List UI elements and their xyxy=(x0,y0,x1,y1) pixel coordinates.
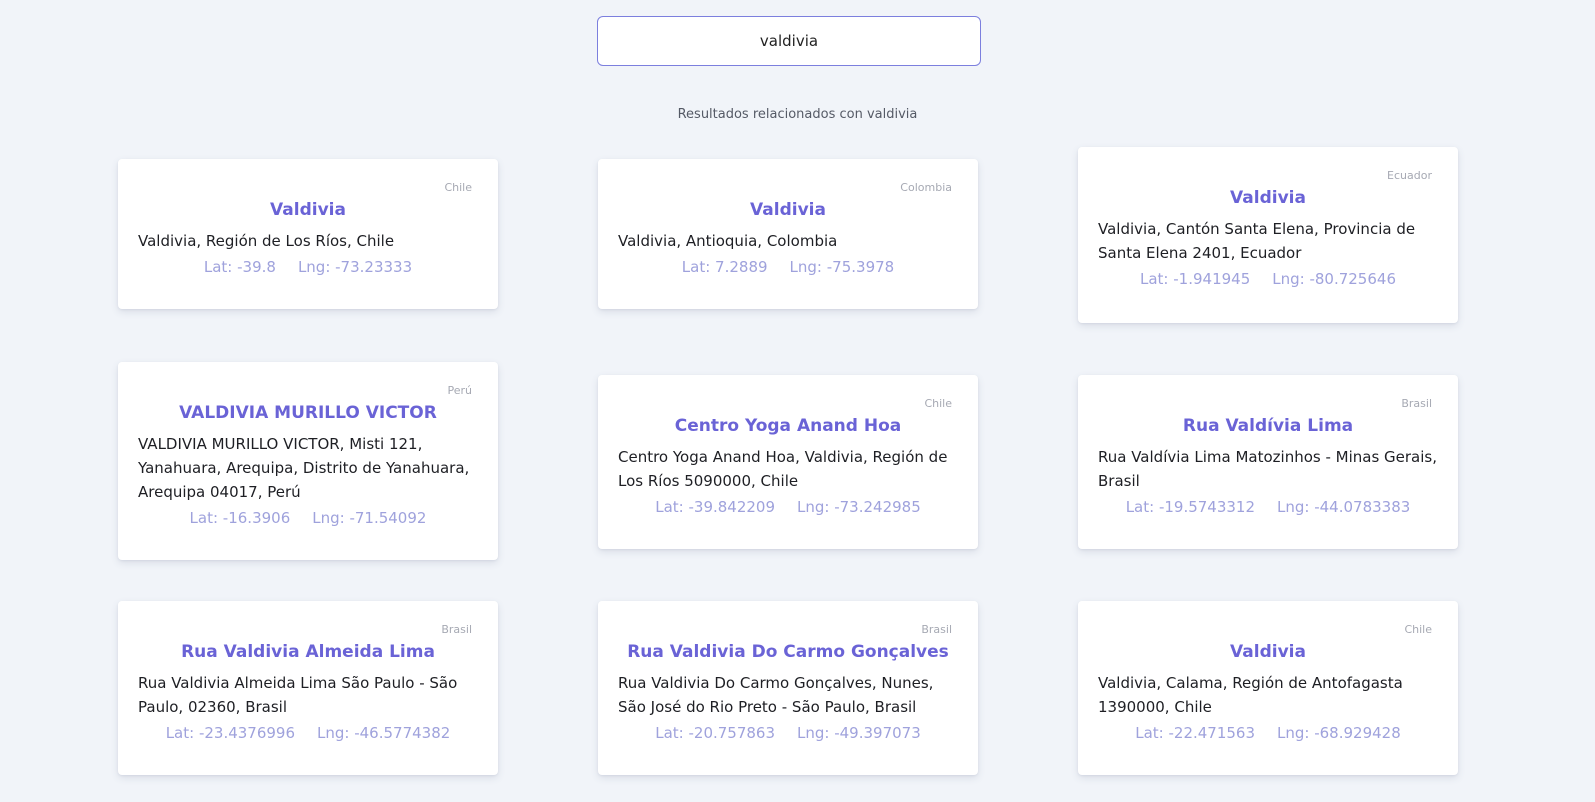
result-address: Rua Valdivia Do Carmo Gonçalves, Nunes, … xyxy=(618,674,934,716)
longitude-value: Lng: -73.242985 xyxy=(797,498,921,516)
longitude-value: Lng: -75.3978 xyxy=(789,258,895,276)
result-title: Valdivia xyxy=(270,200,346,220)
latitude-value: Lat: -16.3906 xyxy=(189,509,291,527)
latitude-value: Lat: -22.471563 xyxy=(1135,724,1256,742)
result-address: Valdivia, Calama, Región de Antofagasta … xyxy=(1098,674,1403,716)
longitude-value: Lng: -73.23333 xyxy=(297,258,413,276)
results-heading: Resultados relacionados con valdivia xyxy=(677,107,918,122)
latitude-value: Lat: -39.842209 xyxy=(655,498,776,516)
result-coordinates: Lat: -22.471563 Lng: -68.929428 xyxy=(1098,721,1438,745)
result-coordinates: Lat: 7.2889 Lng: -75.3978 xyxy=(618,255,958,279)
result-coordinates: Lat: -19.5743312 Lng: -44.0783383 xyxy=(1098,495,1438,519)
result-address: Rua Valdívia Lima Matozinhos - Minas Ger… xyxy=(1098,448,1438,490)
latitude-value: Lat: -20.757863 xyxy=(655,724,776,742)
result-title: VALDIVIA MURILLO VICTOR xyxy=(179,403,437,423)
result-address: Centro Yoga Anand Hoa, Valdivia, Región … xyxy=(618,448,948,490)
result-coordinates: Lat: -39.842209 Lng: -73.242985 xyxy=(618,495,958,519)
result-card[interactable]: Chile Valdivia Valdivia, Región de Los R… xyxy=(118,159,498,309)
result-title: Valdivia xyxy=(750,200,826,220)
result-title: Rua Valdivia Do Carmo Gonçalves xyxy=(627,642,949,662)
latitude-value: Lat: -23.4376996 xyxy=(165,724,296,742)
latitude-value: Lat: -1.941945 xyxy=(1140,270,1251,288)
result-address: Valdivia, Región de Los Ríos, Chile xyxy=(138,232,395,250)
result-address: Valdivia, Antioquia, Colombia xyxy=(618,232,838,250)
result-card[interactable]: Ecuador Valdivia Valdivia, Cantón Santa … xyxy=(1078,147,1458,323)
longitude-value: Lng: -68.929428 xyxy=(1277,724,1401,742)
result-address: Valdivia, Cantón Santa Elena, Provincia … xyxy=(1098,220,1416,262)
result-address: VALDIVIA MURILLO VICTOR, Misti 121, Yana… xyxy=(138,435,470,501)
search-bar xyxy=(597,16,981,66)
latitude-value: Lat: 7.2889 xyxy=(681,258,768,276)
country-label: Brasil xyxy=(921,623,952,636)
longitude-value: Lng: -44.0783383 xyxy=(1277,498,1411,516)
result-card[interactable]: Brasil Rua Valdivia Do Carmo Gonçalves R… xyxy=(598,601,978,775)
country-label: Ecuador xyxy=(1387,169,1432,182)
latitude-value: Lat: -39.8 xyxy=(203,258,276,276)
result-coordinates: Lat: -39.8 Lng: -73.23333 xyxy=(138,255,478,279)
result-card[interactable]: Brasil Rua Valdivia Almeida Lima Rua Val… xyxy=(118,601,498,775)
result-card[interactable]: Chile Centro Yoga Anand Hoa Centro Yoga … xyxy=(598,375,978,549)
country-label: Brasil xyxy=(1401,397,1432,410)
result-coordinates: Lat: -23.4376996 Lng: -46.5774382 xyxy=(138,721,478,745)
result-card[interactable]: Perú VALDIVIA MURILLO VICTOR VALDIVIA MU… xyxy=(118,362,498,560)
result-title: Rua Valdívia Lima xyxy=(1182,416,1354,436)
country-label: Chile xyxy=(1404,623,1432,636)
longitude-value: Lng: -46.5774382 xyxy=(317,724,451,742)
country-label: Colombia xyxy=(900,181,952,194)
result-title: Valdivia xyxy=(1230,188,1306,208)
result-title: Rua Valdivia Almeida Lima xyxy=(181,642,435,662)
result-coordinates: Lat: -16.3906 Lng: -71.54092 xyxy=(138,506,478,530)
result-card[interactable]: Brasil Rua Valdívia Lima Rua Valdívia Li… xyxy=(1078,375,1458,549)
latitude-value: Lat: -19.5743312 xyxy=(1125,498,1256,516)
result-address: Rua Valdivia Almeida Lima São Paulo - Sã… xyxy=(138,674,458,716)
longitude-value: Lng: -80.725646 xyxy=(1272,270,1396,288)
result-title: Centro Yoga Anand Hoa xyxy=(674,416,902,436)
country-label: Perú xyxy=(447,384,472,397)
country-label: Chile xyxy=(924,397,952,410)
country-label: Brasil xyxy=(441,623,472,636)
result-coordinates: Lat: -20.757863 Lng: -49.397073 xyxy=(618,721,958,745)
longitude-value: Lng: -71.54092 xyxy=(312,509,427,527)
result-card[interactable]: Chile Valdivia Valdivia, Calama, Región … xyxy=(1078,601,1458,775)
result-coordinates: Lat: -1.941945 Lng: -80.725646 xyxy=(1098,267,1438,291)
result-card[interactable]: Colombia Valdivia Valdivia, Antioquia, C… xyxy=(598,159,978,309)
country-label: Chile xyxy=(444,181,472,194)
search-input[interactable] xyxy=(597,16,981,66)
result-title: Valdivia xyxy=(1230,642,1306,662)
longitude-value: Lng: -49.397073 xyxy=(797,724,921,742)
